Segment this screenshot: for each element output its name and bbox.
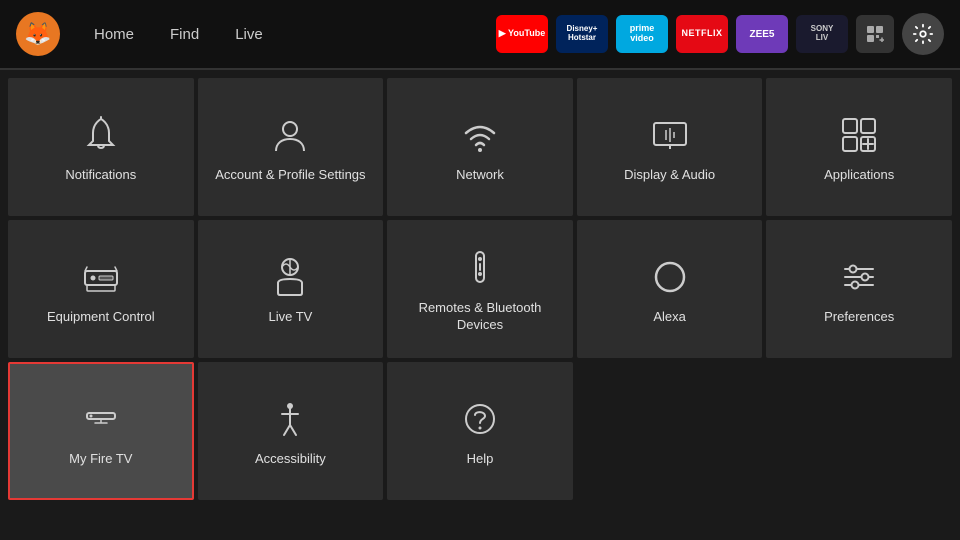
settings-notifications[interactable]: Notifications: [8, 78, 194, 216]
help-icon: [458, 397, 502, 441]
settings-applications[interactable]: Applications: [766, 78, 952, 216]
nav-home[interactable]: Home: [76, 18, 152, 51]
youtube-shortcut[interactable]: ▶ YouTube: [496, 15, 548, 53]
settings-preferences[interactable]: Preferences: [766, 220, 952, 358]
alexa-icon: [648, 255, 692, 299]
sonyliv-label: SONYLIV: [811, 25, 834, 43]
account-label: Account & Profile Settings: [215, 167, 365, 184]
disney-label: Disney+Hotstar: [567, 25, 598, 43]
notifications-label: Notifications: [65, 167, 136, 184]
settings-my-fire-tv[interactable]: My Fire TV: [8, 362, 194, 500]
preferences-label: Preferences: [824, 309, 894, 326]
alexa-label: Alexa: [653, 309, 686, 326]
settings-network[interactable]: Network: [387, 78, 573, 216]
help-label: Help: [467, 451, 494, 468]
netflix-shortcut[interactable]: NETFLIX: [676, 15, 728, 53]
remotes-bluetooth-icon: [458, 246, 502, 290]
disney-shortcut[interactable]: Disney+Hotstar: [556, 15, 608, 53]
settings-help[interactable]: Help: [387, 362, 573, 500]
notifications-icon: [79, 113, 123, 157]
settings-accessibility[interactable]: Accessibility: [198, 362, 384, 500]
display-audio-label: Display & Audio: [624, 167, 715, 184]
app-shortcuts: ▶ YouTube Disney+Hotstar primevideo NETF…: [496, 13, 944, 55]
equipment-control-icon: [79, 255, 123, 299]
live-tv-label: Live TV: [268, 309, 312, 326]
remotes-bluetooth-label: Remotes & Bluetooth Devices: [395, 300, 565, 334]
top-navigation: 🦊 Home Find Live ▶ YouTube Disney+Hotsta…: [0, 0, 960, 68]
settings-account[interactable]: Account & Profile Settings: [198, 78, 384, 216]
app-grid-button[interactable]: [856, 15, 894, 53]
grid-icon: [865, 24, 885, 44]
account-icon: [268, 113, 312, 157]
settings-remotes-bluetooth[interactable]: Remotes & Bluetooth Devices: [387, 220, 573, 358]
my-fire-tv-label: My Fire TV: [69, 451, 132, 468]
equipment-control-label: Equipment Control: [47, 309, 155, 326]
gear-icon: [912, 23, 934, 45]
nav-live[interactable]: Live: [217, 18, 281, 51]
nav-links: Home Find Live: [76, 18, 281, 51]
settings-grid: Notifications Account & Profile Settings…: [0, 70, 960, 508]
display-audio-icon: [648, 113, 692, 157]
prime-shortcut[interactable]: primevideo: [616, 15, 668, 53]
settings-display-audio[interactable]: Display & Audio: [577, 78, 763, 216]
network-label: Network: [456, 167, 504, 184]
network-icon: [458, 113, 502, 157]
settings-button[interactable]: [902, 13, 944, 55]
settings-live-tv[interactable]: Live TV: [198, 220, 384, 358]
applications-label: Applications: [824, 167, 894, 184]
applications-icon: [837, 113, 881, 157]
sonyliv-shortcut[interactable]: SONYLIV: [796, 15, 848, 53]
youtube-label: ▶ YouTube: [499, 29, 545, 39]
zee5-shortcut[interactable]: ZEE5: [736, 15, 788, 53]
settings-alexa[interactable]: Alexa: [577, 220, 763, 358]
live-tv-icon: [268, 255, 312, 299]
netflix-label: NETFLIX: [682, 29, 723, 39]
preferences-icon: [837, 255, 881, 299]
my-fire-tv-icon: [79, 397, 123, 441]
accessibility-icon: [268, 397, 312, 441]
accessibility-label: Accessibility: [255, 451, 326, 468]
logo[interactable]: 🦊: [16, 12, 60, 56]
prime-label: primevideo: [630, 24, 655, 44]
nav-find[interactable]: Find: [152, 18, 217, 51]
settings-equipment-control[interactable]: Equipment Control: [8, 220, 194, 358]
logo-icon: 🦊: [24, 21, 51, 47]
zee5-label: ZEE5: [749, 29, 774, 40]
